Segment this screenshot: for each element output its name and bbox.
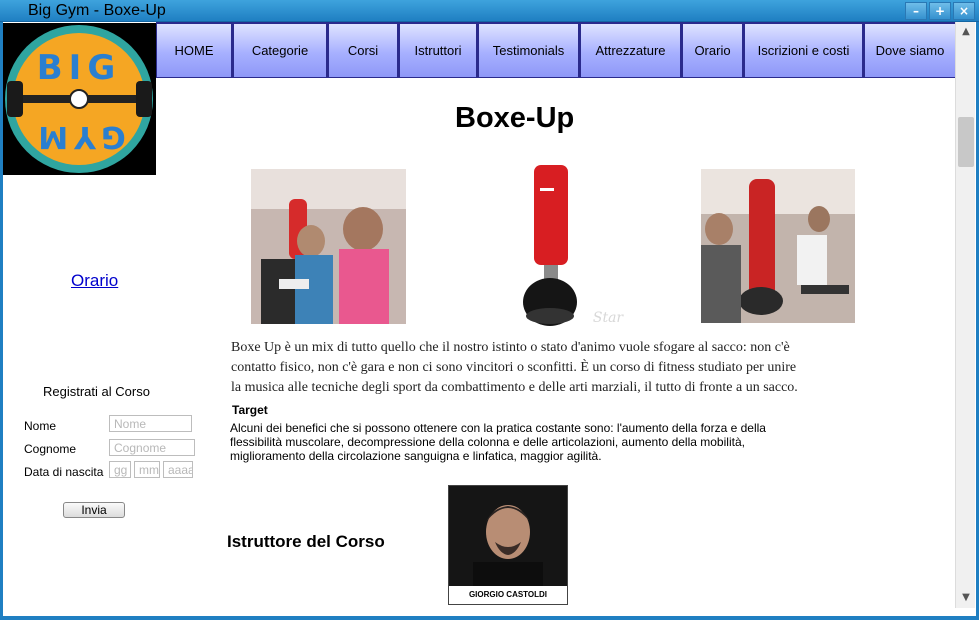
nav-item-testimonials[interactable]: Testimonials [478, 23, 579, 78]
instructor-heading: Istruttore del Corso [227, 532, 385, 551]
svg-text:Star: Star [593, 310, 625, 326]
name-field[interactable] [109, 415, 192, 432]
gym-logo[interactable]: BIG GYM [3, 23, 156, 175]
gym-logo-graphic: BIG GYM [5, 25, 153, 173]
minimize-icon[interactable]: – [905, 2, 927, 20]
course-description: Boxe Up è un mix di tutto quello che il … [231, 340, 798, 395]
window-controls: – + × [905, 2, 975, 20]
scroll-down-icon[interactable]: ▼ [956, 590, 976, 606]
name-label: Nome [24, 419, 57, 433]
nav-item-home[interactable]: HOME [156, 23, 232, 78]
surname-label: Cognome [24, 442, 77, 456]
class-photo-1-graphic [251, 169, 406, 324]
sidebar-link-orario[interactable]: Orario [71, 271, 118, 291]
svg-text:BIG: BIG [37, 48, 121, 88]
submit-button[interactable]: Invia [63, 502, 125, 518]
class-photo-2-graphic [701, 169, 855, 323]
dob-year-field[interactable] [163, 461, 193, 478]
close-icon[interactable]: × [953, 2, 975, 20]
scroll-thumb[interactable] [958, 117, 974, 167]
dob-month-field[interactable] [134, 461, 160, 478]
nav-item-attrezzature[interactable]: Attrezzature [580, 23, 681, 78]
window-title: Big Gym - Boxe-Up [28, 2, 166, 19]
surname-field[interactable] [109, 439, 195, 456]
punching-bag-icon: Star [523, 165, 625, 326]
nav-item-iscrizioni-e-costi[interactable]: Iscrizioni e costi [744, 23, 863, 78]
nav-item-categorie[interactable]: Categorie [233, 23, 327, 78]
vertical-scrollbar[interactable]: ▲ ▼ [955, 22, 975, 608]
maximize-icon[interactable]: + [929, 2, 951, 20]
main-nav: HOME Categorie Corsi Istruttori Testimonials… [156, 22, 957, 78]
scroll-up-icon[interactable]: ▲ [956, 24, 976, 40]
class-photo-1 [251, 169, 406, 324]
nav-item-istruttori[interactable]: Istruttori [399, 23, 477, 78]
form-title: Registrati al Corso [43, 384, 150, 399]
punching-bag-image: Star [510, 162, 635, 332]
window-titlebar: Big Gym - Boxe-Up – + × [0, 0, 979, 22]
svg-text:GYM: GYM [32, 119, 126, 154]
class-photo-2 [701, 169, 855, 323]
nav-item-orario[interactable]: Orario [682, 23, 743, 78]
instructor-name: GIORGIO CASTOLDI [449, 586, 567, 604]
target-text: Alcuni dei benefici che si possono otten… [230, 421, 766, 463]
dob-label: Data di nascita [24, 465, 104, 479]
instructor-photo [449, 486, 567, 586]
instructor-card[interactable]: GIORGIO CASTOLDI [448, 485, 568, 605]
target-heading: Target [232, 403, 268, 417]
nav-item-corsi[interactable]: Corsi [328, 23, 398, 78]
page-title: Boxe-Up [455, 102, 575, 134]
nav-item-dove-siamo[interactable]: Dove siamo [864, 23, 956, 78]
dob-day-field[interactable] [109, 461, 131, 478]
